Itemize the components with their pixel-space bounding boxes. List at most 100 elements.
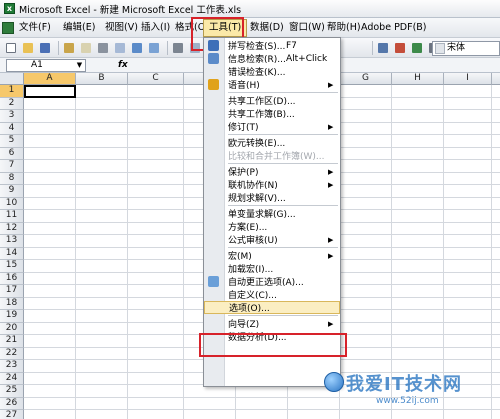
tools-menu-item-23[interactable]: 自动更正选项(A)... xyxy=(204,275,340,288)
row-header-2[interactable]: 2 xyxy=(0,97,24,110)
menu-separator xyxy=(228,92,338,93)
menu-item-label: 方案(E)... xyxy=(228,223,268,233)
drawing-icon[interactable] xyxy=(410,41,424,55)
menu-item-7[interactable]: 数据(D) xyxy=(245,19,289,37)
print-icon[interactable] xyxy=(96,41,110,55)
row-header-25[interactable]: 25 xyxy=(0,385,24,398)
row-header-22[interactable]: 22 xyxy=(0,347,24,360)
row-header-11[interactable]: 11 xyxy=(0,210,24,223)
column-header-j[interactable]: J xyxy=(492,73,500,85)
chevron-down-icon[interactable]: ▼ xyxy=(75,61,84,70)
gridline xyxy=(491,85,492,419)
row-header-15[interactable]: 15 xyxy=(0,260,24,273)
research-icon[interactable] xyxy=(147,41,161,55)
row-header-3[interactable]: 3 xyxy=(0,110,24,123)
row-header-6[interactable]: 6 xyxy=(0,147,24,160)
submenu-arrow-icon: ▶ xyxy=(328,180,334,189)
tools-menu-item-1[interactable]: 拼写检查(S)... F7 xyxy=(204,39,340,52)
research-icon xyxy=(208,53,219,64)
row-header-8[interactable]: 8 xyxy=(0,172,24,185)
column-header-g[interactable]: G xyxy=(340,73,392,85)
row-header-7[interactable]: 7 xyxy=(0,160,24,173)
menu-item-label: 联机协作(N) xyxy=(228,181,278,191)
tools-menu-item-19[interactable]: 公式审核(U) ▶ xyxy=(204,233,340,247)
tools-menu-item-4[interactable]: 语音(H) ▶ xyxy=(204,78,340,91)
row-header-14[interactable]: 14 xyxy=(0,247,24,260)
tools-menu-item-24[interactable]: 自定义(C)... xyxy=(204,288,340,301)
row-header-1[interactable]: 1 xyxy=(0,85,24,98)
submenu-arrow-icon: ▶ xyxy=(328,167,334,176)
tools-menu-item-18[interactable]: 方案(E)... xyxy=(204,220,340,233)
gridline xyxy=(391,85,392,419)
cut-icon[interactable] xyxy=(171,41,185,55)
name-box-value: A1 xyxy=(31,60,43,70)
name-box[interactable]: A1 ▼ xyxy=(6,59,86,72)
row-header-19[interactable]: 19 xyxy=(0,310,24,323)
tools-menu-item-15[interactable]: 规划求解(V)... xyxy=(204,191,340,204)
column-header-b[interactable]: B xyxy=(76,73,128,85)
gridline xyxy=(443,85,444,419)
select-all-corner[interactable] xyxy=(0,73,24,85)
row-header-10[interactable]: 10 xyxy=(0,197,24,210)
menu-item-2[interactable]: 编辑(E) xyxy=(58,19,100,37)
tools-menu-item-27[interactable]: 向导(Z) ▶ xyxy=(204,317,340,331)
tools-menu-item-8[interactable]: 修订(T) ▶ xyxy=(204,120,340,134)
menu-item-label: 拼写检查(S)... xyxy=(228,42,286,52)
row-header-26[interactable]: 26 xyxy=(0,397,24,410)
column-header-h[interactable]: H xyxy=(392,73,444,85)
save-icon[interactable] xyxy=(38,41,52,55)
tools-menu-item-10[interactable]: 欧元转换(E)... xyxy=(204,136,340,149)
submenu-arrow-icon: ▶ xyxy=(328,319,334,328)
sort-icon[interactable] xyxy=(376,41,390,55)
row-header-27[interactable]: 27 xyxy=(0,410,24,419)
row-header-5[interactable]: 5 xyxy=(0,135,24,148)
column-header-i[interactable]: I xyxy=(444,73,492,85)
permission-icon[interactable] xyxy=(62,41,76,55)
menu-item-10[interactable]: Adobe PDF(B) xyxy=(356,19,432,37)
chart-wizard-icon[interactable] xyxy=(393,41,407,55)
tools-menu-item-21[interactable]: 宏(M) ▶ xyxy=(204,249,340,263)
row-header-16[interactable]: 16 xyxy=(0,272,24,285)
row-header-23[interactable]: 23 xyxy=(0,360,24,373)
print-preview-icon[interactable] xyxy=(113,41,127,55)
tools-menu-item-2[interactable]: 信息检索(R)... Alt+Click xyxy=(204,52,340,65)
row-header-12[interactable]: 12 xyxy=(0,222,24,235)
menu-item-1[interactable]: 文件(F) xyxy=(14,19,56,37)
row-header-9[interactable]: 9 xyxy=(0,185,24,198)
tools-menu-item-14[interactable]: 联机协作(N) ▶ xyxy=(204,178,340,192)
open-folder-icon[interactable] xyxy=(21,41,35,55)
row-header-17[interactable]: 17 xyxy=(0,285,24,298)
submenu-arrow-icon: ▶ xyxy=(328,235,334,244)
row-header-20[interactable]: 20 xyxy=(0,322,24,335)
excel-app-icon: x xyxy=(4,3,15,14)
submenu-arrow-icon: ▶ xyxy=(328,80,334,89)
row-header-18[interactable]: 18 xyxy=(0,297,24,310)
submenu-arrow-icon: ▶ xyxy=(328,251,334,260)
tools-menu-item-6[interactable]: 共享工作区(D)... xyxy=(204,94,340,107)
row-header-24[interactable]: 24 xyxy=(0,372,24,385)
active-cell-a1[interactable] xyxy=(24,85,76,98)
new-file-icon[interactable] xyxy=(4,41,18,55)
workbook-icon[interactable] xyxy=(2,21,14,34)
tools-menu-item-25[interactable]: 选项(O)... xyxy=(204,301,340,314)
menu-item-label: 修订(T) xyxy=(228,123,259,133)
row-header-21[interactable]: 21 xyxy=(0,335,24,348)
tools-menu-item-13[interactable]: 保护(P) ▶ xyxy=(204,165,340,179)
row-header-13[interactable]: 13 xyxy=(0,235,24,248)
fx-icon[interactable]: fx xyxy=(118,59,128,72)
column-header-a[interactable]: A xyxy=(24,73,76,85)
menu-bar: 文件(F) 编辑(E) 视图(V) 插入(I) 格式(O) 工具(T) 数据(D) 窗口(W)… xyxy=(0,18,500,38)
menu-separator xyxy=(228,163,338,164)
email-icon[interactable] xyxy=(79,41,93,55)
tools-menu-item-17[interactable]: 单变量求解(G)... xyxy=(204,207,340,220)
tools-menu-item-3[interactable]: 错误检查(K)... xyxy=(204,65,340,78)
row-header-4[interactable]: 4 xyxy=(0,122,24,135)
spelling-icon[interactable] xyxy=(130,41,144,55)
tools-menu-item-7[interactable]: 共享工作簿(B)... xyxy=(204,107,340,120)
font-name-select[interactable]: 宋体 xyxy=(432,41,500,56)
font-icon xyxy=(435,43,445,54)
menu-item-label: 规划求解(V)... xyxy=(228,194,286,204)
tools-menu-item-22[interactable]: 加载宏(I)... xyxy=(204,262,340,275)
column-header-c[interactable]: C xyxy=(128,73,184,85)
watermark-url: www.52ij.com xyxy=(376,396,439,406)
